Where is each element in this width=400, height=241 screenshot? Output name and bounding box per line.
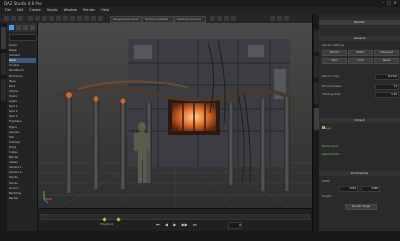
render-settings-icon[interactable] [98, 16, 103, 21]
save-icon[interactable] [18, 16, 23, 21]
maximize-button[interactable]: □ [387, 1, 391, 5]
universal-tool-icon[interactable] [56, 16, 61, 21]
rotate-tool-icon[interactable] [42, 16, 47, 21]
timeline-label: Playback [100, 222, 114, 226]
height-label: Height [322, 194, 332, 198]
frame-icon[interactable] [210, 16, 215, 21]
window-title: DAZ Studio 4.6 Pro [4, 1, 42, 6]
menu-edit[interactable]: Edit [17, 8, 24, 12]
pixel-samples-label: Pixel Samples [322, 84, 342, 88]
scene-tree-item[interactable]: Render [9, 196, 36, 201]
left-tab-strip [0, 23, 7, 231]
play-button[interactable]: ▶ [173, 222, 176, 227]
edit-tab-icon[interactable] [16, 25, 21, 30]
zoom-icon[interactable] [231, 16, 236, 21]
timeline-scrubber[interactable] [40, 214, 310, 222]
lock-icon[interactable] [284, 16, 289, 21]
scale-tool-icon[interactable] [49, 16, 54, 21]
section-general: General [319, 36, 400, 41]
tab-content-library[interactable] [1, 27, 6, 49]
drawstyle-select[interactable]: Texture Shaded [142, 16, 174, 23]
title-bar: DAZ Studio 4.6 Pro – □ ✕ [0, 0, 400, 7]
scene-panel-tabs [7, 23, 37, 32]
joint-tool-icon[interactable] [63, 16, 68, 21]
timeline-panel: Playback 0 ⏮ ◀ ▶ ▶▶ ⏭ [38, 208, 312, 232]
menu-tab-icon[interactable] [30, 25, 35, 30]
section-dimensions: Dimensions [319, 171, 400, 176]
render-type-field[interactable]: Bucket [375, 74, 399, 80]
reset-button[interactable]: Reset [374, 58, 399, 64]
render-type-label: Render Type [322, 74, 340, 78]
transport-controls: ⏮ ◀ ▶ ▶▶ ⏭ [156, 222, 201, 229]
select-tool-icon[interactable] [28, 16, 33, 21]
go-end-button[interactable]: ⏭ [193, 222, 197, 227]
save-preset-button[interactable]: Save [322, 58, 347, 64]
menu-render[interactable]: Render [83, 8, 95, 12]
orbit-icon[interactable] [217, 16, 222, 21]
shading-rate-field[interactable]: 0.20 [375, 92, 399, 98]
move-tool-icon[interactable] [35, 16, 40, 21]
output-aspect-label: Aspect Ratio [322, 152, 340, 156]
menu-help[interactable]: Help [101, 8, 109, 12]
pan-icon[interactable] [224, 16, 229, 21]
editor-button[interactable]: Editor [348, 50, 373, 56]
status-bar [0, 231, 400, 241]
minimize-button[interactable]: – [381, 1, 385, 5]
pixel-samples-field[interactable]: 12 [375, 84, 399, 90]
menu-window[interactable]: Window [64, 8, 77, 12]
render-button-small[interactable]: Render [322, 50, 347, 56]
prev-frame-button[interactable]: ◀ [165, 222, 168, 227]
shading-rate-label: Shading Rate [322, 92, 341, 96]
render-settings-panel: Render General Render Settings Render Ed… [319, 14, 400, 231]
spot-render-icon[interactable] [84, 16, 89, 21]
tab-smart-content[interactable] [1, 53, 6, 75]
go-start-button[interactable]: ⏮ [156, 222, 160, 227]
advanced-button[interactable]: Advanced [374, 50, 399, 56]
height-field[interactable]: 1080 [361, 186, 380, 192]
menu-create[interactable]: Create [29, 8, 40, 12]
viewport-scene [38, 23, 312, 208]
menu-bar: File Edit Create Studio Window Render He… [0, 7, 400, 14]
scene-tree: Scene Stage Ambient Walls Furnace WorkBench Ma… [9, 43, 36, 201]
tab-posing[interactable] [1, 79, 6, 101]
output-checkbox[interactable] [322, 126, 325, 129]
render-image-button[interactable]: Render Image [345, 204, 377, 210]
load-preset-button[interactable]: Load [348, 58, 373, 64]
frame-field[interactable]: 0 [228, 222, 242, 229]
keyframe-marker[interactable] [116, 217, 121, 222]
scene-tab-icon[interactable] [9, 25, 14, 30]
preset-label: Render Settings [322, 43, 345, 47]
close-button[interactable]: ✕ [393, 1, 397, 5]
menu-studio[interactable]: Studio [47, 8, 58, 12]
section-output: Output [319, 118, 400, 123]
width-field[interactable]: 1920 [339, 186, 358, 192]
keyframe-marker[interactable] [102, 217, 107, 222]
output-dimensions-label: Dimensions [322, 144, 339, 148]
light-tool-icon[interactable] [77, 16, 82, 21]
layout-icon[interactable] [270, 16, 275, 21]
render-icon[interactable] [91, 16, 96, 21]
next-frame-button[interactable]: ▶▶ [182, 222, 188, 227]
view-select[interactable]: Perspective View [110, 16, 142, 23]
viewport-3d[interactable] [38, 23, 312, 208]
camera-tool-icon[interactable] [70, 16, 75, 21]
scene-panel: Scene Stage Ambient Walls Furnace WorkBench Ma… [7, 23, 38, 231]
aux-viewport-icon[interactable] [277, 16, 282, 21]
width-label: Width [322, 179, 331, 183]
scene-search-input[interactable] [9, 34, 37, 41]
open-icon[interactable] [11, 16, 16, 21]
menu-file[interactable]: File [5, 8, 11, 12]
panel-header: Render [319, 20, 400, 25]
camera-select[interactable]: Default Camera [174, 16, 206, 23]
list-tab-icon[interactable] [23, 25, 28, 30]
new-scene-icon[interactable] [4, 16, 9, 21]
